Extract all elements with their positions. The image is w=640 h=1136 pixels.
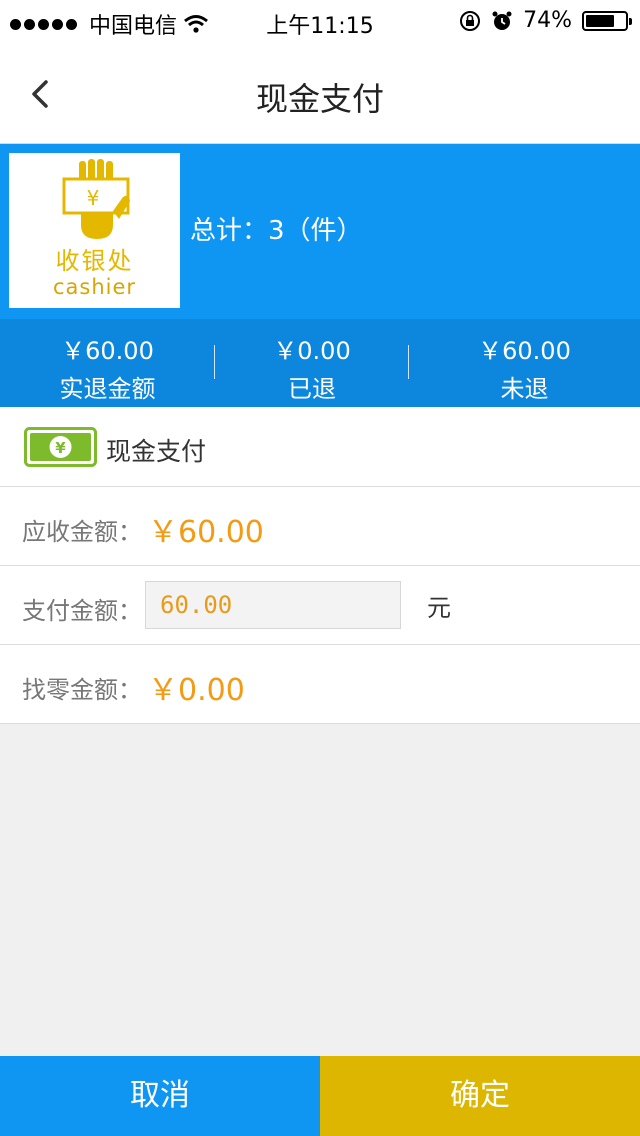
rotation-lock-icon [460,10,481,31]
stat-label: 已退 [288,375,336,403]
cash-icon: ¥ [24,427,97,467]
receivable-label: 应收金额： [22,518,142,546]
stat-refund-amount: ￥60.00 实退金额 [0,319,215,407]
payment-method-label: 现金支付 [106,437,207,466]
receivable-value: ￥60.00 [148,515,264,550]
cashier-logo-zh: 收银处 [55,247,134,275]
paid-label: 支付金额： [22,597,142,625]
cashier-hand-icon: ¥ [62,159,130,239]
cashier-logo: ¥ 收银处 cashier [9,153,180,308]
currency-unit: 元 [427,594,451,622]
stat-not-refunded: ￥60.00 未退 [409,319,640,407]
stat-amount: ￥0.00 [273,337,351,365]
refund-stats: ￥60.00 实退金额 ￥0.00 已退 ￥60.00 未退 [0,319,640,407]
payment-method-row[interactable]: ¥ 现金支付 [0,407,640,487]
stat-label: 实退金额 [59,375,156,403]
confirm-button[interactable]: 确定 [320,1056,640,1136]
change-value: ￥0.00 [148,673,245,708]
cashier-logo-en: cashier [52,275,137,299]
alarm-icon [492,11,512,30]
status-bar: 中国电信 上午11:15 74% [0,0,640,44]
stat-label: 未退 [500,375,549,403]
stat-amount: ￥60.00 [478,337,571,365]
receivable-row: 应收金额： ￥60.00 [0,487,640,566]
nav-bar: 现金支付 [0,44,640,144]
order-summary: ¥ 收银处 cashier 总计：3（件） [0,144,640,319]
page-title: 现金支付 [255,80,384,118]
total-items: 总计：3（件） [190,216,363,246]
paid-amount-input[interactable]: 60.00 [145,581,401,629]
svg-text:¥: ¥ [87,186,100,210]
svg-text:¥: ¥ [55,439,66,457]
cancel-button[interactable]: 取消 [0,1056,320,1136]
battery-icon [582,10,632,31]
stat-amount: ￥60.00 [61,337,154,365]
paid-row: 支付金额： 60.00 元 [0,566,640,645]
battery-percent: 74% [523,8,572,33]
stat-refunded: ￥0.00 已退 [215,319,409,407]
change-row: 找零金额： ￥0.00 [0,645,640,724]
change-label: 找零金额： [22,676,142,704]
status-right: 74% [459,8,632,33]
